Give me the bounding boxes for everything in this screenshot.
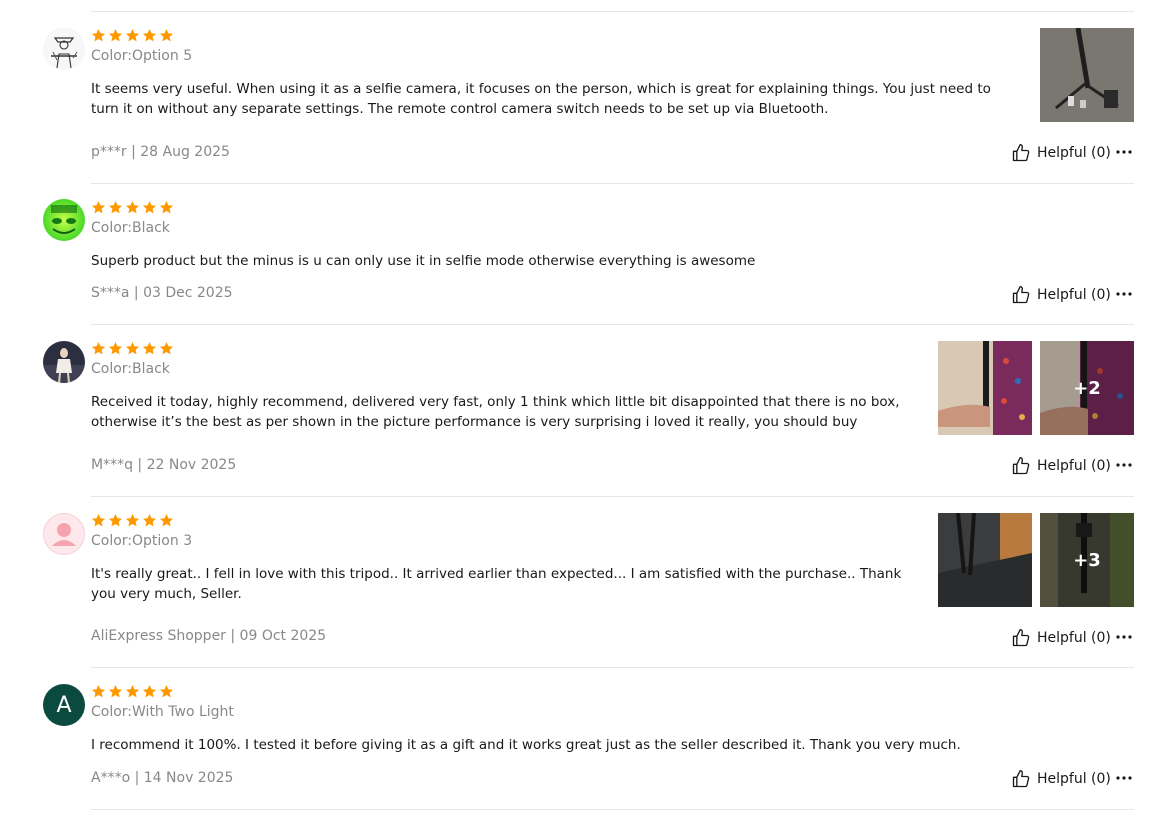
helpful-button[interactable]: Helpful (0): [1011, 627, 1111, 649]
review-divider: [91, 496, 1134, 497]
star-icon: [108, 28, 123, 43]
review-photo[interactable]: [1040, 28, 1134, 122]
star-icon: [159, 513, 174, 528]
star-icon: [142, 684, 157, 699]
helpful-count: Helpful (0): [1037, 630, 1111, 646]
helpful-count: Helpful (0): [1037, 771, 1111, 787]
thumbs-up-icon: [1011, 769, 1031, 789]
top-divider: [91, 11, 1134, 12]
thumbs-up-icon: [1011, 285, 1031, 305]
star-icon: [125, 513, 140, 528]
helpful-button[interactable]: Helpful (0): [1011, 142, 1111, 164]
star-icon: [142, 513, 157, 528]
review-author-date: S***a | 03 Dec 2025: [91, 285, 233, 301]
star-icon: [142, 200, 157, 215]
star-icon: [91, 200, 106, 215]
helpful-count: Helpful (0): [1037, 145, 1111, 161]
reviewer-avatar: A: [43, 684, 85, 726]
helpful-button[interactable]: Helpful (0): [1011, 768, 1111, 790]
helpful-button[interactable]: Helpful (0): [1011, 284, 1111, 306]
star-rating: [91, 341, 174, 357]
more-photos-count: +2: [1040, 341, 1134, 435]
review-divider: [91, 183, 1134, 184]
star-rating: [91, 200, 174, 216]
review-author-date: p***r | 28 Aug 2025: [91, 144, 230, 160]
thumbs-up-icon: [1011, 628, 1031, 648]
more-photos-count: +3: [1040, 513, 1134, 607]
ellipsis-icon: [1116, 776, 1132, 780]
star-icon: [125, 28, 140, 43]
star-icon: [159, 684, 174, 699]
review-author-date: AliExpress Shopper | 09 Oct 2025: [91, 628, 327, 644]
review-text: It seems very useful. When using it as a…: [91, 81, 991, 117]
star-icon: [91, 513, 106, 528]
star-icon: [159, 28, 174, 43]
ellipsis-icon: [1116, 150, 1132, 154]
reviewer-avatar: [43, 513, 85, 555]
review-photo[interactable]: +3: [1040, 513, 1134, 607]
review-text: Superb product but the minus is u can on…: [91, 253, 756, 269]
star-icon: [108, 684, 123, 699]
helpful-count: Helpful (0): [1037, 287, 1111, 303]
review-photo[interactable]: +2: [1040, 341, 1134, 435]
star-icon: [108, 341, 123, 356]
review-color-option: Color:With Two Light: [91, 704, 234, 720]
review-color-option: Color:Option 5: [91, 48, 193, 64]
review-text: Received it today, highly recommend, del…: [91, 394, 900, 430]
star-icon: [108, 513, 123, 528]
more-options-button[interactable]: [1114, 284, 1134, 304]
review-divider: [91, 667, 1134, 668]
ellipsis-icon: [1116, 635, 1132, 639]
default-user-avatar-icon: [52, 523, 76, 546]
more-options-button[interactable]: [1114, 768, 1134, 788]
more-options-button[interactable]: [1114, 627, 1134, 647]
review-author-date: A***o | 14 Nov 2025: [91, 770, 234, 786]
person-photo-avatar-icon: [43, 341, 85, 383]
reviewer-avatar: [43, 341, 85, 383]
review-photo[interactable]: [938, 341, 1032, 435]
star-icon: [125, 341, 140, 356]
ellipsis-icon: [1116, 292, 1132, 296]
star-icon: [142, 28, 157, 43]
star-rating: [91, 28, 174, 44]
green-graphic-avatar-icon: [43, 199, 85, 241]
helpful-count: Helpful (0): [1037, 458, 1111, 474]
thumbs-up-icon: [1011, 456, 1031, 476]
helpful-button[interactable]: Helpful (0): [1011, 455, 1111, 477]
star-icon: [91, 28, 106, 43]
ellipsis-icon: [1116, 463, 1132, 467]
review-color-option: Color:Black: [91, 361, 170, 377]
sketch-cowboy-avatar-icon: [43, 28, 85, 70]
thumbs-up-icon: [1011, 143, 1031, 163]
review-text: It's really great.. I fell in love with …: [91, 566, 902, 602]
star-rating: [91, 513, 174, 529]
star-icon: [159, 200, 174, 215]
star-icon: [142, 341, 157, 356]
more-options-button[interactable]: [1114, 455, 1134, 475]
star-rating: [91, 684, 174, 700]
star-icon: [91, 684, 106, 699]
reviewer-avatar: [43, 28, 85, 70]
review-divider: [91, 324, 1134, 325]
star-icon: [91, 341, 106, 356]
review-text: I recommend it 100%. I tested it before …: [91, 737, 961, 753]
star-icon: [125, 200, 140, 215]
star-icon: [125, 684, 140, 699]
review-photo[interactable]: [938, 513, 1032, 607]
review-author-date: M***q | 22 Nov 2025: [91, 457, 237, 473]
review-color-option: Color:Option 3: [91, 533, 193, 549]
more-options-button[interactable]: [1114, 142, 1134, 162]
review-color-option: Color:Black: [91, 220, 170, 236]
reviewer-avatar: [43, 199, 85, 241]
star-icon: [159, 341, 174, 356]
review-divider: [91, 809, 1134, 810]
star-icon: [108, 200, 123, 215]
